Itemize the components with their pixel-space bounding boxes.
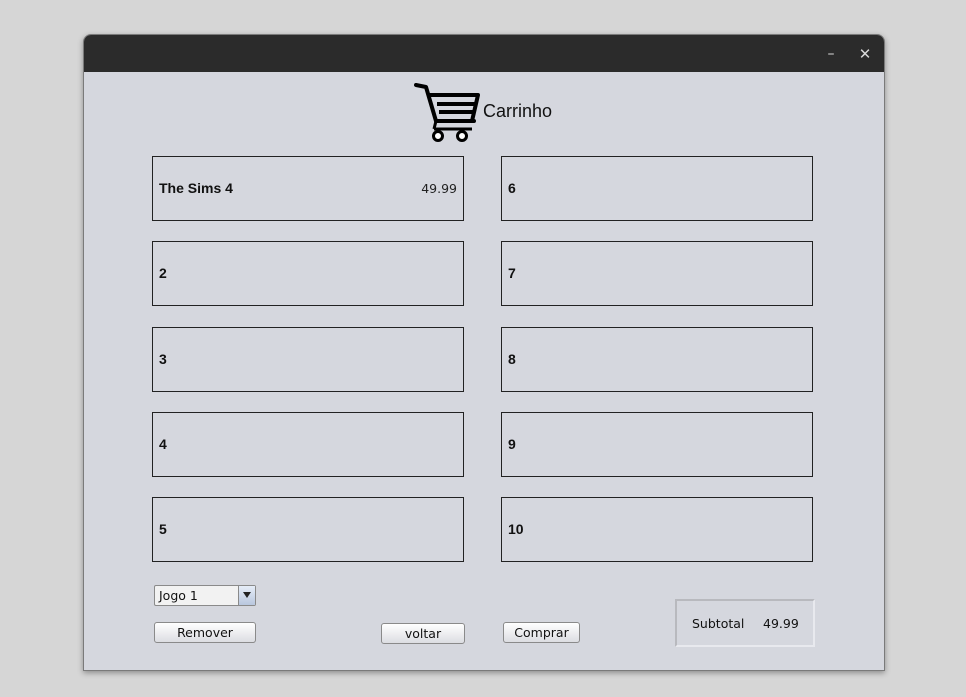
cart-slot-1: The Sims 4 49.99	[152, 156, 464, 221]
cart-slot-3: 3	[152, 327, 464, 392]
cart-header: Carrinho	[414, 81, 614, 147]
cart-slot-name: 6	[508, 180, 516, 196]
minimize-button[interactable]: –	[821, 44, 841, 64]
subtotal-value: 49.99	[763, 616, 799, 631]
cart-slot-5: 5	[152, 497, 464, 562]
game-select-value: Jogo 1	[159, 588, 198, 603]
cart-slot-name: 9	[508, 436, 516, 452]
cart-slot-name: 5	[159, 521, 167, 537]
cart-slot-10: 10	[501, 497, 813, 562]
cart-slot-name: The Sims 4	[159, 180, 233, 196]
cart-slot-name: 10	[508, 521, 524, 537]
subtotal-label: Subtotal	[692, 616, 745, 631]
back-button[interactable]: voltar	[381, 623, 465, 644]
game-select[interactable]: Jogo 1	[154, 585, 256, 606]
title-bar[interactable]: – ✕	[84, 35, 884, 72]
cart-slot-name: 2	[159, 265, 167, 281]
remove-button[interactable]: Remover	[154, 622, 256, 643]
cart-slot-8: 8	[501, 327, 813, 392]
cart-slot-4: 4	[152, 412, 464, 477]
chevron-down-icon	[243, 592, 251, 598]
close-button[interactable]: ✕	[855, 44, 875, 64]
buy-button[interactable]: Comprar	[503, 622, 580, 643]
cart-slot-name: 8	[508, 351, 516, 367]
cart-slot-name: 3	[159, 351, 167, 367]
cart-slot-6: 6	[501, 156, 813, 221]
dropdown-arrow-button[interactable]	[238, 586, 255, 605]
shopping-cart-icon	[414, 83, 480, 142]
subtotal-box: Subtotal 49.99	[675, 599, 815, 647]
cart-slot-name: 7	[508, 265, 516, 281]
cart-slot-7: 7	[501, 241, 813, 306]
cart-slot-price: 49.99	[421, 181, 457, 196]
page-title: Carrinho	[483, 101, 553, 121]
cart-window: – ✕ Carrinho The Sims 4 49.99 2 3 4 5 6 …	[83, 34, 885, 671]
cart-slot-name: 4	[159, 436, 167, 452]
cart-slot-2: 2	[152, 241, 464, 306]
cart-slot-9: 9	[501, 412, 813, 477]
